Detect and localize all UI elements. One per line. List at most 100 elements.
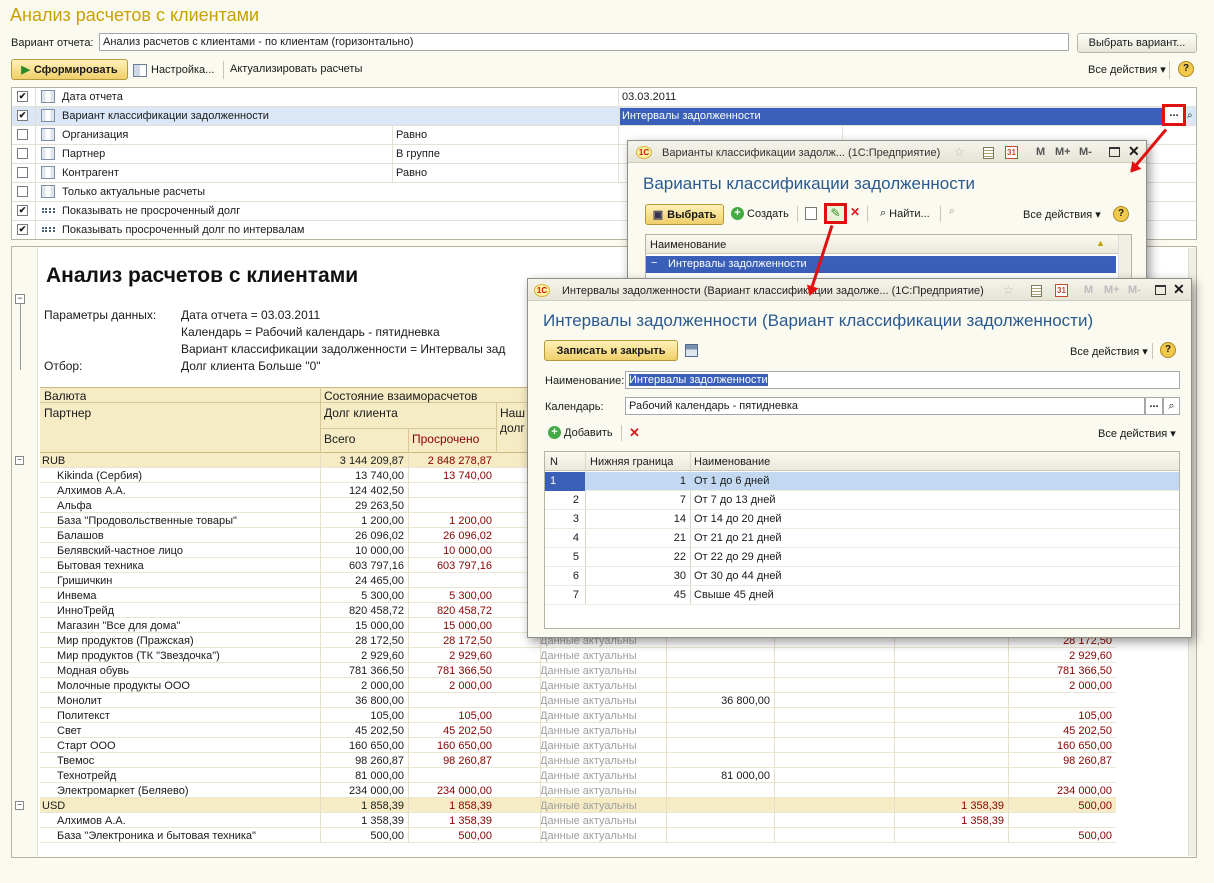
close-icon[interactable]: ✕ — [1128, 143, 1140, 160]
sort-icon[interactable]: ▲ — [1096, 238, 1105, 248]
cell-overdue: 500,00 — [458, 830, 492, 842]
delete-icon[interactable]: ✕ — [850, 205, 860, 219]
variant-field[interactable]: Анализ расчетов с клиентами - по клиента… — [99, 33, 1069, 51]
param-3: Вариант классификации задолженности = Ин… — [181, 342, 506, 356]
help-icon[interactable]: ? — [1178, 61, 1194, 77]
table-row[interactable]: 6 30 От 30 до 44 дней — [545, 567, 1179, 586]
memory-button[interactable]: M — [1084, 284, 1093, 296]
copy-icon[interactable] — [805, 207, 817, 220]
save-icon[interactable] — [685, 344, 698, 357]
cell-overdue: 26 096,02 — [443, 530, 492, 542]
cell-total: 28 172,50 — [355, 635, 404, 647]
calculator-icon[interactable] — [983, 147, 994, 159]
calendar-search-icon[interactable]: ⌕ — [1163, 397, 1180, 415]
partner-name: Белявский-частное лицо — [57, 545, 183, 557]
intervals-help-icon[interactable]: ? — [1160, 342, 1176, 358]
cell-n: 3 — [572, 513, 579, 525]
find-icon: ⌕ — [880, 207, 887, 219]
choose-variant-button[interactable]: Выбрать вариант... — [1077, 33, 1197, 53]
actualize-button[interactable]: Актуализировать расчеты — [230, 63, 362, 75]
row-condition[interactable]: В группе — [396, 148, 440, 160]
find-button[interactable]: ⌕ Найти... — [880, 207, 930, 220]
select-value-button[interactable]: ... — [1162, 104, 1186, 126]
cell-total: 500,00 — [370, 830, 404, 842]
row-checkbox[interactable] — [17, 186, 28, 197]
group-toggle-icon[interactable]: − — [15, 801, 24, 810]
calendar-field[interactable]: Рабочий календарь - пятидневка — [625, 397, 1145, 415]
row-checkbox[interactable]: ✔ — [17, 91, 28, 102]
cell-total: 36 800,00 — [355, 695, 404, 707]
row-condition[interactable]: Равно — [396, 129, 427, 141]
cell-state: Данные актуальны — [540, 800, 637, 812]
partner-name: Kikinda (Сербия) — [57, 470, 143, 482]
star-icon[interactable]: ☆ — [954, 145, 965, 159]
cell-total: 3 144 209,87 — [339, 455, 404, 467]
memory-minus-button[interactable]: M- — [1079, 146, 1092, 158]
flag-icon — [42, 227, 55, 232]
calculator-icon[interactable] — [1031, 285, 1042, 297]
cell-n: 7 — [572, 589, 579, 601]
partner-name: Инвема — [57, 590, 97, 602]
cell-c4: 2 000,00 — [1069, 680, 1112, 692]
plus-icon: + — [548, 426, 561, 439]
search-icon[interactable]: ⌕ — [1187, 110, 1193, 121]
add-row-button[interactable]: + Добавить — [548, 426, 613, 439]
row-checkbox[interactable]: ✔ — [17, 110, 28, 121]
intervals-all-actions[interactable]: Все действия ▾ — [1070, 345, 1148, 358]
select-button[interactable]: ▣ Выбрать — [645, 204, 724, 225]
table-all-actions[interactable]: Все действия ▾ — [1098, 427, 1176, 440]
settings-button[interactable]: Настройка... — [133, 61, 214, 79]
memory-button[interactable]: M — [1036, 146, 1045, 158]
maximize-icon[interactable] — [1109, 147, 1120, 157]
collapse-icon[interactable]: − — [15, 294, 25, 304]
group-toggle-icon[interactable]: − — [15, 456, 24, 465]
close-icon[interactable]: ✕ — [1173, 281, 1185, 298]
name-field[interactable]: Интервалы задолженности — [625, 371, 1180, 389]
row-checkbox[interactable] — [17, 129, 28, 140]
cell-c4: 45 202,50 — [1063, 725, 1112, 737]
generate-button[interactable]: ▶ Сформировать — [11, 59, 128, 80]
table-row[interactable]: 4 21 От 21 до 21 дней — [545, 529, 1179, 548]
create-button[interactable]: + Создать — [731, 207, 789, 220]
table-row[interactable]: 3 14 От 14 до 20 дней — [545, 510, 1179, 529]
calendar-icon[interactable]: 31 — [1055, 284, 1068, 297]
cell-total: 781 366,50 — [348, 665, 404, 677]
delete-row-icon[interactable]: ✕ — [629, 425, 640, 441]
variants-row[interactable]: − Интервалы задолженности — [646, 256, 1116, 273]
cell-state: Данные актуальны — [540, 770, 637, 782]
row-checkbox[interactable] — [17, 167, 28, 178]
row-condition[interactable]: Равно — [396, 167, 427, 179]
edit-button[interactable]: ✎ — [824, 203, 847, 224]
star-icon[interactable]: ☆ — [1003, 283, 1014, 297]
select-label: Выбрать — [667, 208, 717, 221]
table-row[interactable]: 7 45 Свыше 45 дней — [545, 586, 1179, 605]
row-value[interactable]: Интервалы задолженности — [622, 110, 761, 122]
cell-c4: 2 929,60 — [1069, 650, 1112, 662]
variants-help-icon[interactable]: ? — [1113, 206, 1129, 222]
cell-state: Данные актуальны — [540, 830, 637, 842]
variants-all-actions[interactable]: Все действия ▾ — [1023, 208, 1101, 221]
table-row[interactable]: 5 22 От 22 до 29 дней — [545, 548, 1179, 567]
table-row[interactable]: 1 1 От 1 до 6 дней — [545, 472, 1179, 491]
row-checkbox[interactable]: ✔ — [17, 205, 28, 216]
cell-overdue: 15 000,00 — [443, 620, 492, 632]
memory-plus-button[interactable]: M+ — [1104, 284, 1120, 296]
row-checkbox[interactable] — [17, 148, 28, 159]
row-value[interactable]: 03.03.2011 — [622, 91, 676, 103]
row-checkbox[interactable]: ✔ — [17, 224, 28, 235]
cell-overdue: 98 260,87 — [443, 755, 492, 767]
table-row[interactable]: 2 7 От 7 до 13 дней — [545, 491, 1179, 510]
cell-state: Данные актуальны — [540, 785, 637, 797]
calendar-icon[interactable]: 31 — [1005, 146, 1018, 159]
cancel-search-icon[interactable]: ⌕ — [949, 205, 955, 218]
memory-plus-button[interactable]: M+ — [1055, 146, 1071, 158]
save-close-button[interactable]: Записать и закрыть — [544, 340, 678, 361]
cell-c4: 500,00 — [1078, 800, 1112, 812]
calendar-select-button[interactable]: ... — [1145, 397, 1163, 415]
cell-name: От 22 до 29 дней — [694, 551, 782, 563]
maximize-icon[interactable] — [1155, 285, 1166, 295]
table-icon — [41, 109, 55, 122]
settings-icon — [133, 63, 147, 77]
all-actions-menu[interactable]: Все действия ▾ — [1088, 63, 1166, 76]
memory-minus-button[interactable]: M- — [1128, 284, 1141, 296]
